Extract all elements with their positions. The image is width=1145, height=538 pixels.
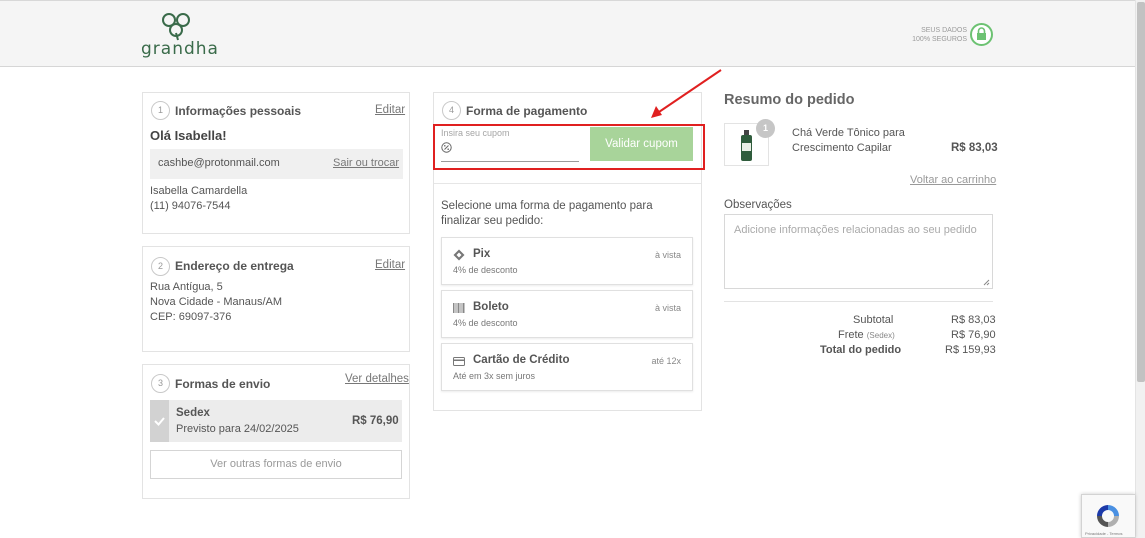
annotation-arrow-icon [651,69,722,118]
payment-option-pix[interactable]: Pix à vista 4% de desconto [441,237,693,285]
divider [434,183,701,184]
payment-option-credit-card[interactable]: Cartão de Crédito até 12x Até em 3x sem … [441,343,693,391]
payment-terms: até 12x [651,356,681,366]
payment-title: Boleto [473,301,509,313]
clover-icon [162,13,190,41]
shipping-eta: Previsto para 24/02/2025 [176,423,299,435]
credit-card-icon [453,355,465,366]
shipping-price: R$ 76,90 [352,415,399,427]
lock-icon [970,23,993,46]
email-text: cashbe@protonmail.com [158,157,280,169]
check-icon [150,400,169,442]
email-row: cashbe@protonmail.com Sair ou trocar [150,149,403,179]
notes-label: Observações [724,199,792,211]
section-title: Endereço de entrega [175,259,294,273]
recaptcha-links[interactable]: Privacidade - Termos [1085,531,1123,536]
order-summary-title: Resumo do pedido [724,92,855,108]
section-title: Formas de envio [175,377,271,391]
payment-title: Cartão de Crédito [473,354,570,366]
shipping-value: R$ 76,90 [951,329,996,341]
payment-terms: à vista [654,303,681,313]
secure-text: SEUS DADOS 100% SEGUROS [887,26,967,44]
shipping-label-text: Frete [838,329,864,341]
notes-textarea[interactable]: Adicione informações relacionadas ao seu… [724,214,993,289]
shipping-details-link[interactable]: Ver detalhes [345,373,409,385]
page-scrollbar[interactable] [1135,0,1145,538]
section-title: Informações pessoais [175,104,302,118]
summary-divider [724,301,993,302]
personal-info-section: 1 Informações pessoais Editar Olá Isabel… [142,92,410,234]
address-line-3: CEP: 69097-376 [150,311,232,323]
step-number: 3 [151,374,170,393]
payment-option-boleto[interactable]: Boleto à vista 4% de desconto [441,290,693,338]
payment-discount: 4% de desconto [453,265,518,275]
secure-line-1: SEUS DADOS [921,27,967,34]
payment-title: Pix [473,248,491,260]
subtotal-label: Subtotal [853,314,894,326]
product-price: R$ 83,03 [951,142,998,154]
address-line-2: Nova Cidade - Manaus/AM [150,296,283,308]
address-line-1: Rua Antígua, 5 [150,281,223,293]
annotation-highlight-box [433,124,705,170]
step-number: 2 [151,257,170,276]
payment-installments: Até em 3x sem juros [453,371,536,381]
shipping-option-selected[interactable]: Sedex Previsto para 24/02/2025 R$ 76,90 [150,400,402,442]
shipping-label-method: (Sedex) [866,331,895,340]
payment-discount: 4% de desconto [453,318,518,328]
grandha-logo[interactable]: grandha [141,11,219,61]
subtotal-value: R$ 83,03 [951,314,996,326]
site-header: grandha SEUS DADOS 100% SEGUROS [0,0,1135,67]
shipping-method: Sedex [176,407,210,419]
section-title: Forma de pagamento [466,104,588,118]
shipping-label: Frete (Sedex) [838,329,895,341]
secure-line-2: 100% SEGUROS [912,36,967,43]
customer-phone: (11) 94076-7544 [150,200,231,212]
payment-instruction: Selecione uma forma de pagamento para fi… [441,200,653,227]
back-to-cart-link[interactable]: Voltar ao carrinho [910,174,996,186]
logout-switch-link[interactable]: Sair ou trocar [333,157,399,169]
greeting: Olá Isabella! [150,128,227,143]
customer-name: Isabella Camardella [150,185,248,197]
brand-name: grandha [141,39,219,59]
barcode-icon [453,302,465,313]
pix-icon [453,249,465,261]
edit-personal-link[interactable]: Editar [375,104,405,116]
step-number: 4 [442,101,461,120]
product-name[interactable]: Chá Verde Tônico para Crescimento Capila… [792,126,912,156]
total-value: R$ 159,93 [945,344,996,356]
payment-terms: à vista [654,250,681,260]
recaptcha-badge[interactable]: Privacidade - Termos [1081,494,1135,538]
recaptcha-icon [1097,505,1119,527]
total-label: Total do pedido [820,344,902,356]
secure-data-badge: SEUS DADOS 100% SEGUROS [900,23,995,49]
quantity-badge: 1 [756,119,775,138]
edit-address-link[interactable]: Editar [375,259,405,271]
step-number: 1 [151,101,170,120]
other-shipping-button[interactable]: Ver outras formas de envio [150,450,402,479]
resize-handle-icon[interactable] [983,279,990,286]
scrollbar-thumb[interactable] [1137,2,1145,382]
notes-placeholder: Adicione informações relacionadas ao seu… [734,224,977,236]
delivery-address-section: 2 Endereço de entrega Editar Rua Antígua… [142,246,410,352]
